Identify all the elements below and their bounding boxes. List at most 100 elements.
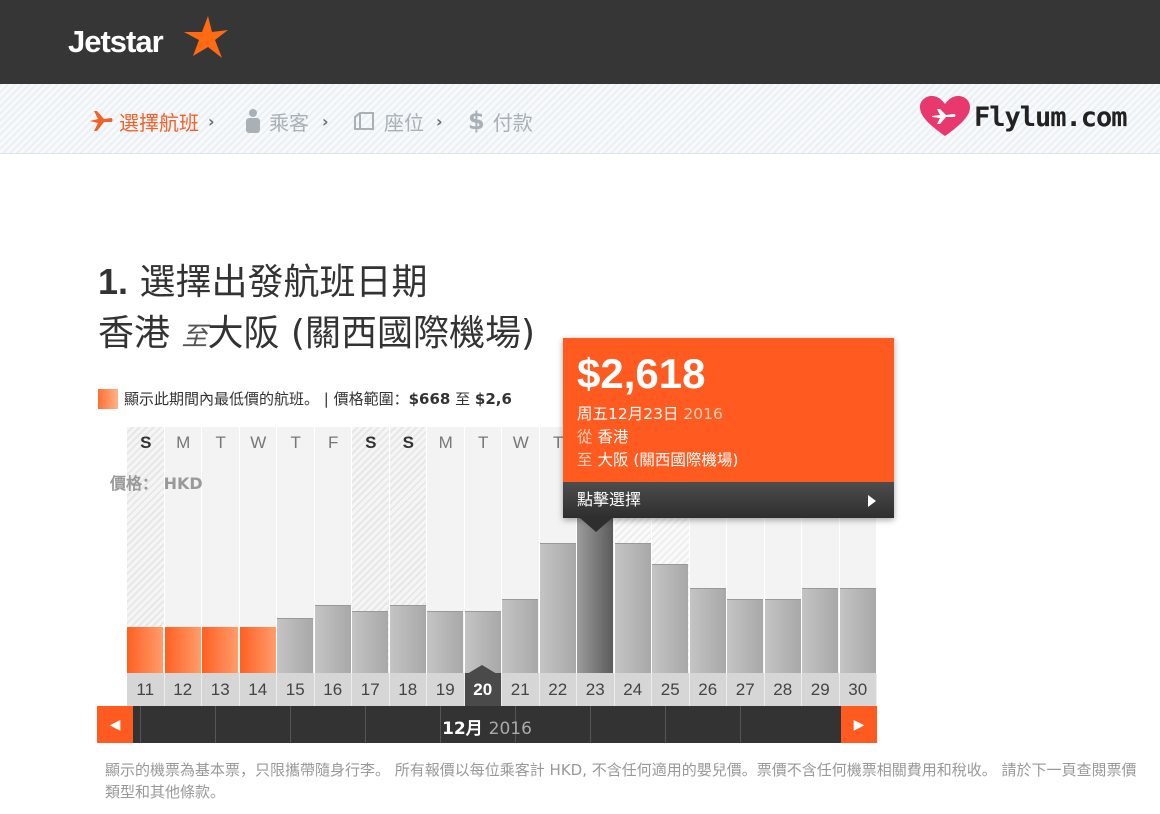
- route-to: 大阪 (關西國際機場): [207, 313, 536, 354]
- legend-to: 至: [455, 390, 471, 408]
- weekday-label: S: [402, 433, 414, 452]
- price-bar[interactable]: [427, 611, 463, 673]
- route-to-word: 至: [181, 322, 208, 352]
- step-seats[interactable]: 座位: [351, 108, 424, 135]
- popup-from-word: 從: [577, 428, 593, 446]
- weekday-label: S: [140, 433, 152, 452]
- weekday-label: S: [365, 433, 377, 452]
- date-label[interactable]: 14: [240, 673, 277, 706]
- currency-label: 價格： HKD: [110, 470, 203, 494]
- price-bar[interactable]: [652, 564, 688, 673]
- date-label[interactable]: 21: [502, 673, 540, 706]
- chevron-right-icon: ›: [322, 112, 329, 131]
- price-bar[interactable]: [502, 599, 538, 673]
- popup-to-city: 大阪 (關西國際機場): [597, 451, 739, 469]
- seat-icon: [354, 112, 374, 130]
- fare-popup-details: $2,618 周五12月23日 2016 從 香港 至 大阪 (關西國際機場): [563, 338, 894, 482]
- date-label[interactable]: 13: [202, 673, 240, 706]
- date-label[interactable]: 12: [165, 673, 202, 706]
- price-bar[interactable]: [614, 543, 651, 673]
- price-bar[interactable]: [689, 588, 726, 673]
- date-label[interactable]: 11: [127, 673, 165, 706]
- popup-weekday: 周五: [577, 405, 609, 423]
- price-bar[interactable]: [389, 605, 426, 673]
- title-text: 選擇出發航班日期: [139, 262, 428, 303]
- weekday-label: T: [478, 433, 489, 452]
- price-bar[interactable]: [764, 599, 801, 673]
- price-bar[interactable]: [239, 627, 276, 673]
- date-label[interactable]: 24: [615, 673, 652, 706]
- date-row: 11 12 13 14 15 16 17 18 19 20 21 22 23 24 25 26 27 28 29 30: [127, 673, 877, 706]
- next-month-button[interactable]: ▶: [841, 706, 877, 743]
- date-label[interactable]: 25: [652, 673, 690, 706]
- title-number: 1.: [98, 261, 129, 302]
- date-label[interactable]: 26: [690, 673, 727, 706]
- price-bar[interactable]: [539, 543, 576, 673]
- step-label: 座位: [384, 110, 424, 135]
- date-label[interactable]: 23: [577, 673, 615, 706]
- star-logo-icon: [184, 16, 228, 58]
- step-label: 乘客: [269, 110, 309, 135]
- person-icon: [246, 109, 260, 133]
- plane-icon: [90, 111, 113, 131]
- chevron-right-icon: ›: [436, 112, 443, 131]
- date-label[interactable]: 27: [727, 673, 765, 706]
- step-payment[interactable]: $ 付款: [468, 107, 533, 135]
- price-bar[interactable]: [727, 599, 763, 673]
- popup-price: $2,618: [577, 350, 706, 397]
- step-select-flight[interactable]: 選擇航班: [88, 108, 199, 135]
- legend-min: $668: [408, 389, 451, 408]
- select-fare-button[interactable]: 點擊選擇: [563, 482, 894, 518]
- date-label[interactable]: 16: [315, 673, 352, 706]
- weekday-label: T: [290, 433, 301, 452]
- price-bar[interactable]: [127, 627, 163, 673]
- popup-date: 周五12月23日 2016: [577, 402, 723, 424]
- price-bar[interactable]: [202, 627, 238, 673]
- month-label: 12月 2016: [97, 714, 877, 739]
- step-passengers[interactable]: 乘客: [242, 108, 309, 135]
- popup-to: 至 大阪 (關西國際機場): [577, 448, 738, 470]
- price-bar[interactable]: [352, 611, 388, 673]
- price-bar[interactable]: [314, 605, 351, 673]
- price-bar[interactable]: [164, 627, 201, 673]
- popup-date-text: 12月23日: [608, 405, 679, 423]
- fare-popup[interactable]: $2,618 周五12月23日 2016 從 香港 至 大阪 (關西國際機場) …: [563, 338, 894, 532]
- weekday-label: W: [512, 433, 529, 452]
- flylum-watermark: Flylum.com: [920, 96, 1128, 138]
- heart-plane-logo-icon: [920, 96, 970, 136]
- price-bar[interactable]: [277, 618, 313, 673]
- price-bar[interactable]: [464, 611, 501, 673]
- legend-max: $2,6: [474, 389, 512, 408]
- page-title: 1. 選擇出發航班日期: [98, 258, 428, 307]
- date-label[interactable]: 17: [352, 673, 390, 706]
- prev-month-button[interactable]: ◀: [97, 706, 133, 743]
- date-label[interactable]: 18: [390, 673, 427, 706]
- weekday-label: M: [176, 433, 191, 452]
- date-label[interactable]: 30: [840, 673, 877, 706]
- date-label[interactable]: 15: [277, 673, 315, 706]
- weekday-label: T: [215, 433, 226, 452]
- date-label[interactable]: 19: [427, 673, 465, 706]
- currency-code: HKD: [163, 474, 203, 493]
- fare-footnote: 顯示的機票為基本票，只限攜帶隨身行李。 所有報價以每位乘客計 HKD, 不含任何…: [105, 761, 1137, 801]
- today-marker: [467, 665, 497, 674]
- popup-from: 從 香港: [577, 425, 628, 447]
- dollar-icon: $: [468, 107, 485, 135]
- step-label: 選擇航班: [119, 110, 199, 135]
- date-label[interactable]: 28: [765, 673, 802, 706]
- month-name: 12月: [442, 719, 483, 739]
- price-bar[interactable]: [839, 588, 876, 673]
- price-bar[interactable]: [802, 588, 838, 673]
- date-label[interactable]: 20: [464, 673, 502, 706]
- currency-label-text: 價格：: [110, 474, 159, 493]
- date-label[interactable]: 29: [802, 673, 840, 706]
- top-bar: Jetstar: [0, 0, 1160, 84]
- date-label[interactable]: 22: [540, 673, 577, 706]
- jetstar-logo[interactable]: Jetstar: [68, 24, 164, 60]
- month-year: 2016: [488, 719, 532, 739]
- play-arrow-icon: [868, 495, 876, 507]
- step-label: 付款: [492, 110, 533, 135]
- flylum-text: Flylum.com: [974, 101, 1128, 133]
- route-from: 香港: [98, 313, 171, 354]
- popup-from-city: 香港: [597, 428, 629, 446]
